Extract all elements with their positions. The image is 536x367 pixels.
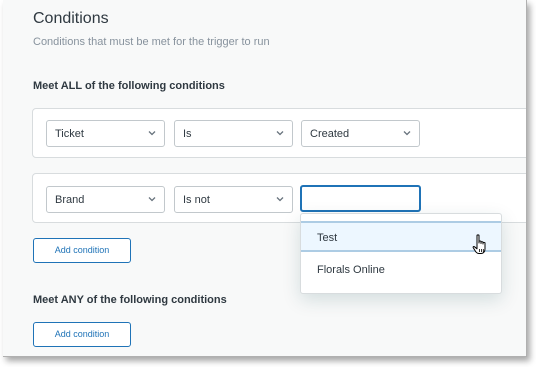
condition-field-select[interactable]: Brand bbox=[46, 186, 165, 213]
dropdown-option-test[interactable]: Test bbox=[301, 221, 501, 252]
condition-field-select[interactable]: Ticket bbox=[46, 120, 165, 147]
option-label: Florals Online bbox=[317, 264, 385, 276]
condition-row: Ticket Is Created bbox=[32, 108, 526, 158]
dropdown-option-florals-online[interactable]: Florals Online bbox=[301, 255, 501, 286]
page-subtitle: Conditions that must be met for the trig… bbox=[33, 36, 270, 48]
select-value: Is not bbox=[183, 194, 210, 206]
add-condition-all-button[interactable]: Add condition bbox=[33, 238, 131, 263]
chevron-down-icon bbox=[276, 197, 284, 202]
select-value: Brand bbox=[55, 194, 85, 206]
add-condition-any-button[interactable]: Add condition bbox=[33, 322, 131, 347]
page-title: Conditions bbox=[33, 10, 109, 27]
select-value: Created bbox=[310, 128, 350, 140]
chevron-down-icon bbox=[403, 131, 411, 136]
chevron-down-icon bbox=[148, 131, 156, 136]
trigger-conditions-panel: Conditions Conditions that must be met f… bbox=[3, 0, 527, 357]
condition-operator-select[interactable]: Is bbox=[174, 120, 293, 147]
condition-operator-select[interactable]: Is not bbox=[174, 186, 293, 213]
all-conditions-label: Meet ALL of the following conditions bbox=[33, 80, 225, 92]
select-value: Is bbox=[183, 128, 192, 140]
condition-value-select[interactable]: Created bbox=[301, 120, 420, 147]
select-value: Ticket bbox=[55, 128, 84, 140]
option-label: Test bbox=[317, 232, 338, 244]
chevron-down-icon bbox=[276, 131, 284, 136]
any-conditions-label: Meet ANY of the following conditions bbox=[33, 294, 227, 306]
hand-pointer-icon bbox=[472, 234, 486, 254]
chevron-down-icon bbox=[148, 197, 156, 202]
condition-value-combobox[interactable] bbox=[300, 185, 421, 212]
